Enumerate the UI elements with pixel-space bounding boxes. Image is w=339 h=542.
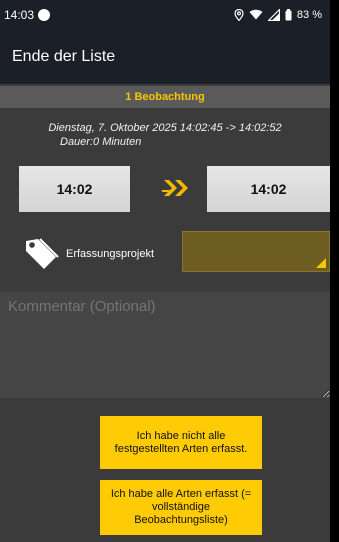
- dropdown-corner-icon: [316, 258, 326, 268]
- incomplete-list-button[interactable]: Ich habe nicht alle festgestellten Arten…: [100, 416, 262, 469]
- page-title: Ende der Liste: [12, 47, 116, 65]
- comment-field[interactable]: [0, 292, 330, 398]
- status-bar: 14:03 83 %: [0, 0, 330, 29]
- double-arrow-right-icon: [162, 180, 188, 196]
- project-select[interactable]: [182, 231, 330, 272]
- project-label: Erfassungsprojekt: [66, 248, 155, 260]
- app-content: 14:03 83 % Ende der Liste 1 Beobachtung …: [0, 0, 330, 542]
- app-bar: Ende der Liste: [0, 29, 330, 84]
- status-time: 14:03: [4, 7, 35, 22]
- tag-icon: [26, 238, 59, 269]
- observation-count-bar: 1 Beobachtung: [0, 86, 330, 108]
- battery-icon: [285, 8, 292, 21]
- status-indicators: 83 %: [234, 8, 322, 21]
- start-time-button[interactable]: 14:02: [19, 166, 130, 212]
- wifi-icon: [249, 9, 263, 20]
- signal-icon: [267, 8, 280, 21]
- end-time-button[interactable]: 14:02: [207, 166, 330, 212]
- screen-edge: [330, 0, 339, 542]
- date-range: Dienstag, 7. Oktober 2025 14:02:45 -> 14…: [48, 122, 282, 134]
- phone-screen: 14:03 83 % Ende der Liste 1 Beobachtung …: [0, 0, 339, 542]
- location-icon: [234, 8, 244, 21]
- complete-list-button[interactable]: Ich habe alle Arten erfasst (= vollständ…: [100, 480, 262, 535]
- duration: Dauer:0 Minuten: [60, 136, 142, 148]
- battery-percent: 83 %: [296, 8, 322, 21]
- notification-dot-icon: [38, 8, 51, 21]
- observation-count: 1 Beobachtung: [125, 91, 205, 103]
